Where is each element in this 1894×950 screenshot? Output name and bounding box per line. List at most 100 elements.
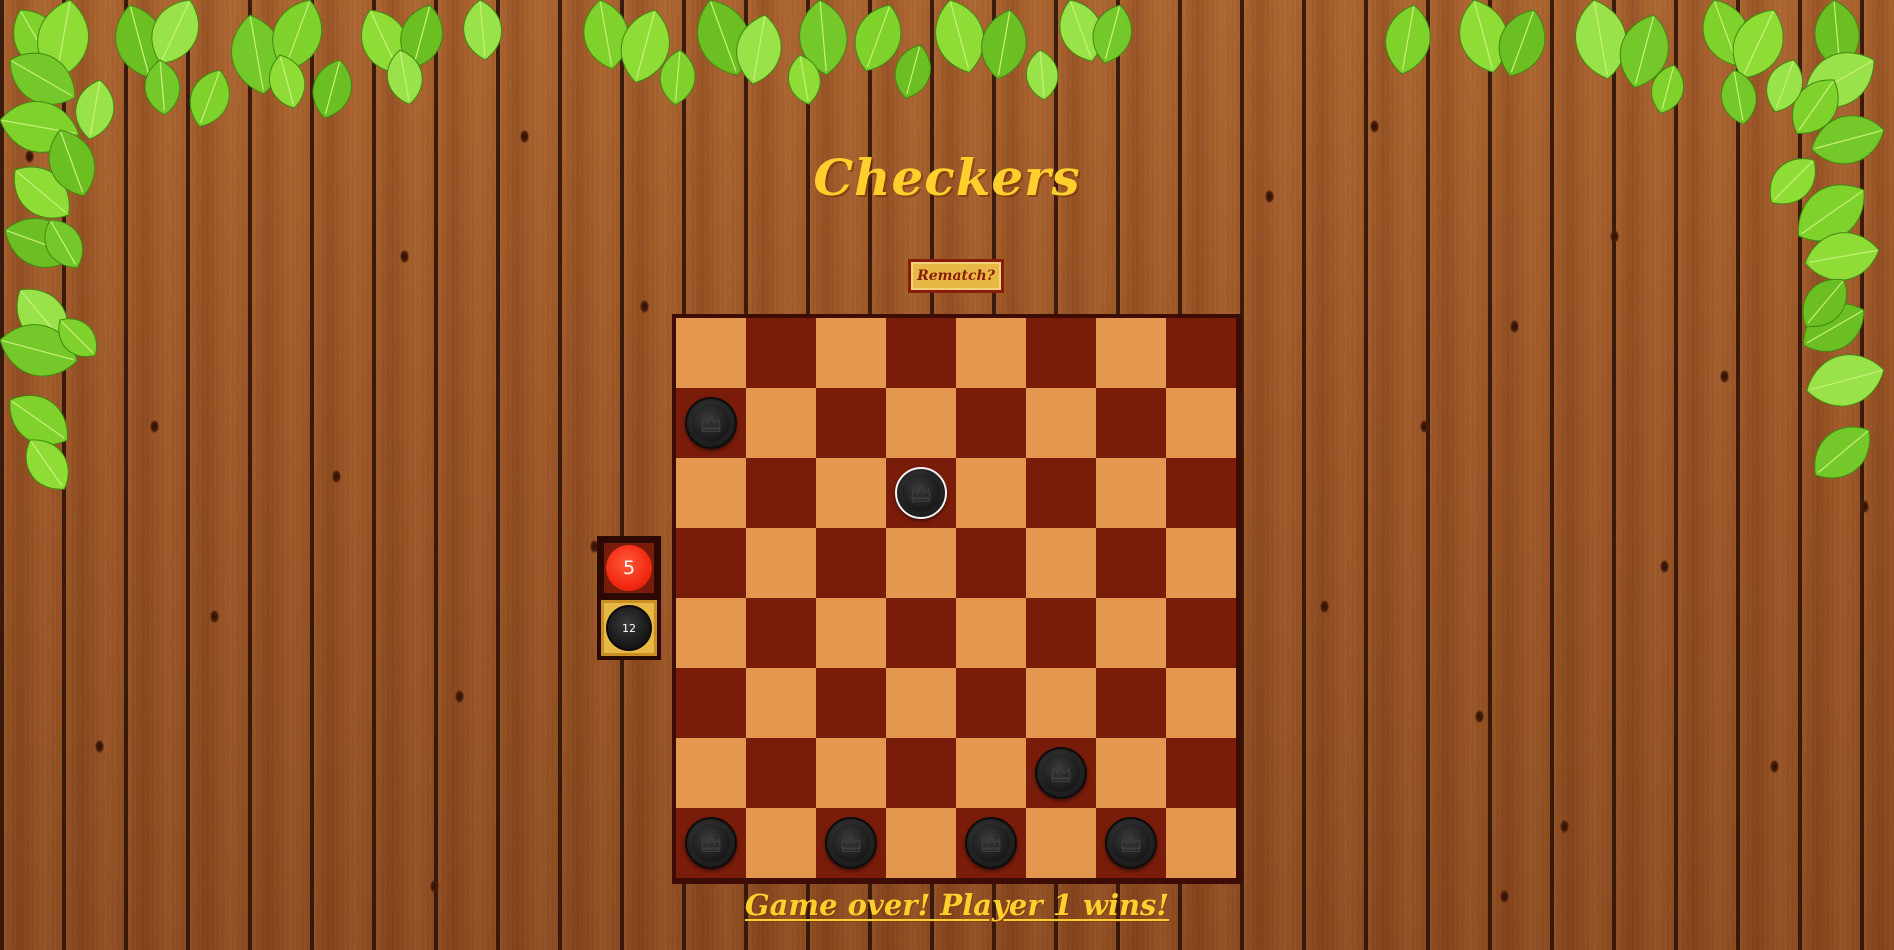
dark-square[interactable] [816,528,886,598]
game-title: Checkers [813,148,1081,207]
dark-square[interactable] [886,598,956,668]
light-square [676,598,746,668]
dark-square[interactable] [1096,388,1166,458]
light-square [816,318,886,388]
dark-square[interactable] [676,388,746,458]
crown-icon [979,831,1003,855]
dark-square[interactable] [816,668,886,738]
light-square [816,598,886,668]
dark-square[interactable] [1026,318,1096,388]
crown-icon [909,481,933,505]
wood-knot [1320,600,1329,613]
light-square [1166,388,1236,458]
dark-square[interactable] [886,738,956,808]
dark-square[interactable] [886,458,956,528]
leaves-top-center [583,0,1132,106]
wood-knot [1660,560,1669,573]
red-score-count: 5 [606,545,652,591]
light-square [1026,668,1096,738]
light-square [886,528,956,598]
dark-square[interactable] [676,668,746,738]
wood-knot [1475,710,1484,723]
dark-square[interactable] [1096,808,1166,878]
dark-square[interactable] [746,738,816,808]
black-piece[interactable] [1105,817,1157,869]
light-square [886,388,956,458]
light-square [816,458,886,528]
wood-knot [1560,820,1569,833]
light-square [816,738,886,808]
dark-square[interactable] [816,388,886,458]
light-square [956,458,1026,528]
dark-square[interactable] [1166,598,1236,668]
light-square [1026,528,1096,598]
leaf [312,59,352,119]
leaf [1025,49,1059,101]
dark-square[interactable] [746,598,816,668]
dark-square[interactable] [956,528,1026,598]
rematch-button[interactable]: Rematch? [908,259,1004,293]
light-square [676,318,746,388]
black-piece[interactable] [825,817,877,869]
light-square [746,668,816,738]
dark-square[interactable] [886,318,956,388]
dark-square[interactable] [676,808,746,878]
crown-icon [699,411,723,435]
light-square [676,738,746,808]
light-square [676,458,746,528]
light-square [956,738,1026,808]
wood-knot [95,740,104,753]
light-square [1166,808,1236,878]
light-square [886,808,956,878]
dark-square[interactable] [1096,668,1166,738]
dark-square[interactable] [1096,528,1166,598]
leaf [1498,9,1546,77]
black-score-count: 12 [606,605,652,651]
leaves-top-left [0,0,502,490]
dark-square[interactable] [956,668,1026,738]
light-square [1026,808,1096,878]
crown-icon [1119,831,1143,855]
dark-square[interactable] [956,388,1026,458]
wood-knot [210,610,219,623]
dark-square[interactable] [676,528,746,598]
crown-icon [1049,761,1073,785]
wood-knot [430,880,439,893]
light-square [956,598,1026,668]
light-square [1026,388,1096,458]
light-square [1166,528,1236,598]
light-square [1096,318,1166,388]
dark-square[interactable] [1026,598,1096,668]
leaf [1806,354,1885,407]
light-square [886,668,956,738]
leaf [1814,426,1871,479]
score-panel: 5 12 [597,536,661,660]
wood-knot [1770,760,1779,773]
light-square [746,808,816,878]
light-square [746,528,816,598]
dark-square[interactable] [1166,458,1236,528]
black-king[interactable] [895,467,947,519]
wood-knot [1370,120,1379,133]
leaves-top-right [1385,0,1885,479]
dark-square[interactable] [746,458,816,528]
wood-knot [1500,890,1509,903]
wood-knot [455,690,464,703]
dark-square[interactable] [1026,738,1096,808]
dark-square[interactable] [816,808,886,878]
crown-icon [699,831,723,855]
light-square [956,318,1026,388]
black-piece[interactable] [1035,747,1087,799]
dark-square[interactable] [1166,738,1236,808]
dark-square[interactable] [746,318,816,388]
black-piece[interactable] [685,817,737,869]
light-square [1096,598,1166,668]
black-king[interactable] [685,397,737,449]
wood-knot [640,300,649,313]
dark-square[interactable] [1026,458,1096,528]
black-piece[interactable] [965,817,1017,869]
black-score-box: 12 [601,600,657,656]
light-square [1166,668,1236,738]
dark-square[interactable] [1166,318,1236,388]
dark-square[interactable] [956,808,1026,878]
